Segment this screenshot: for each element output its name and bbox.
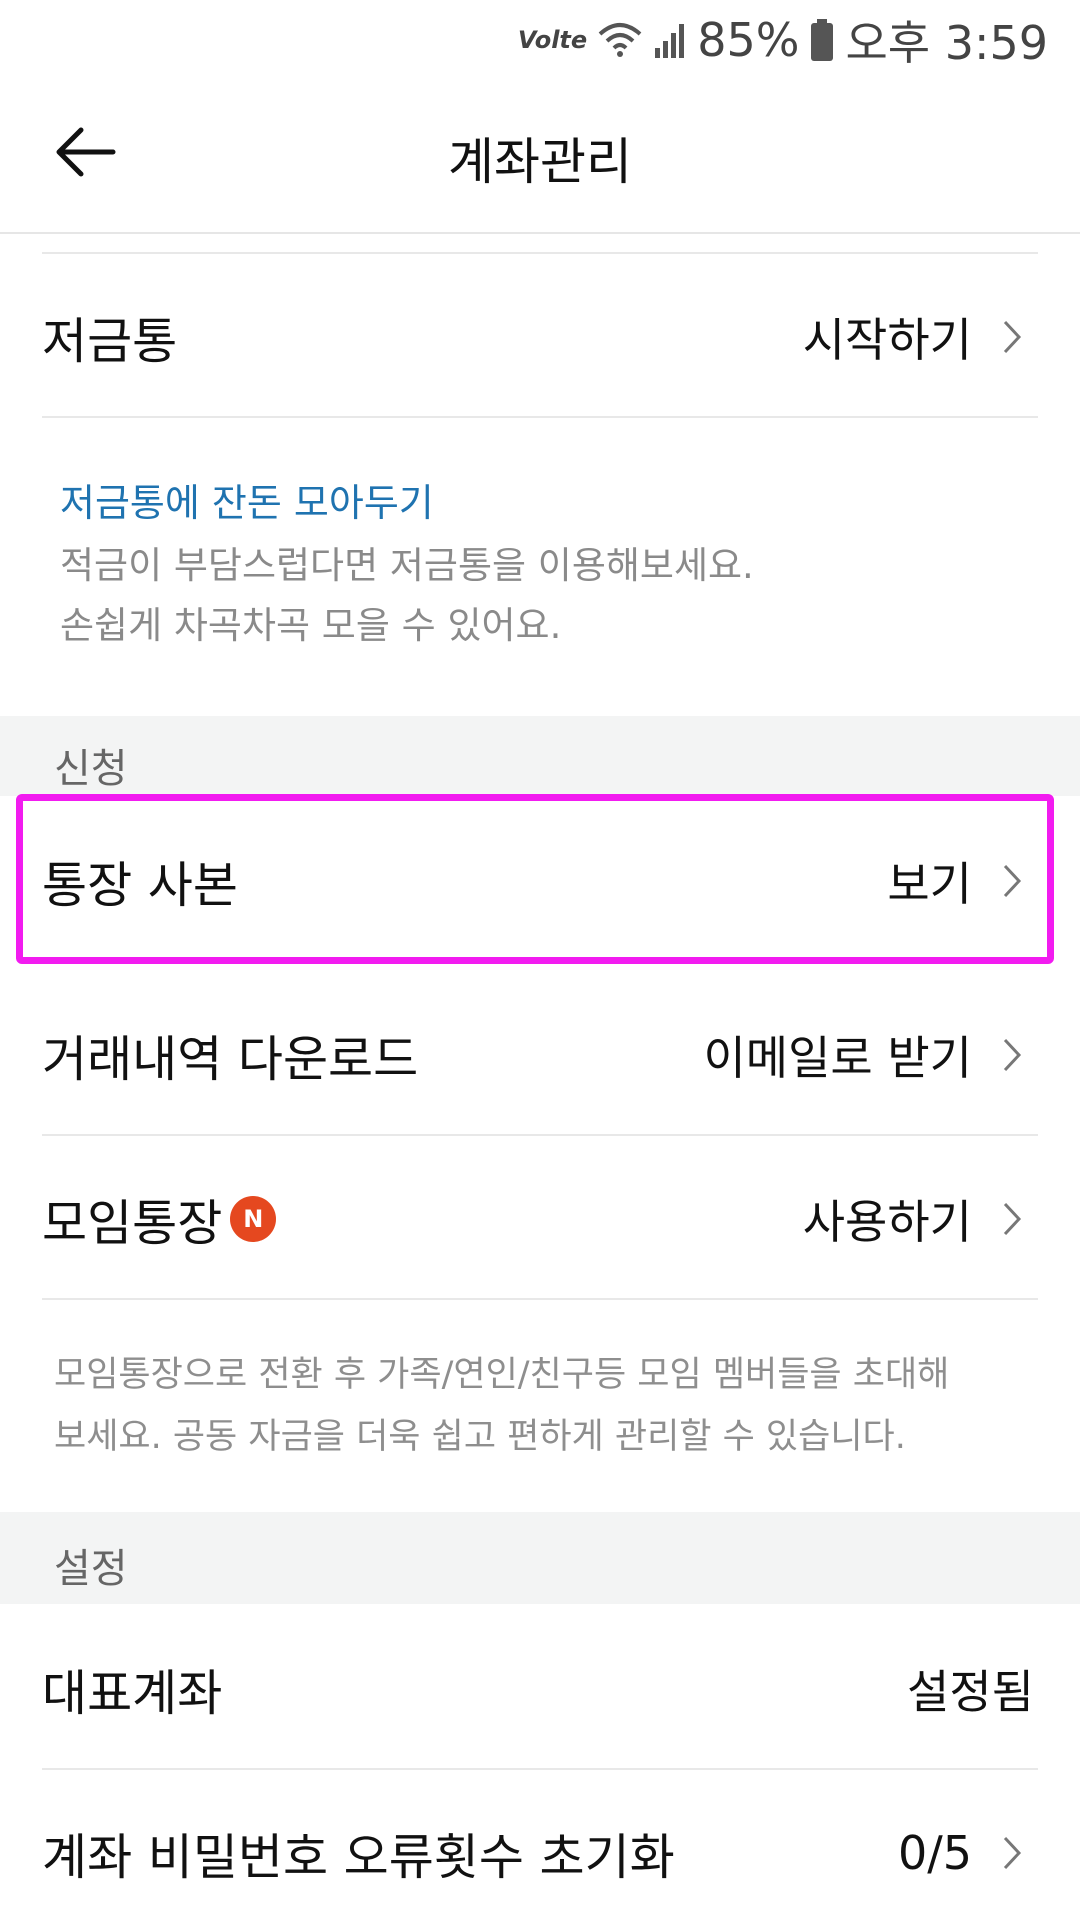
section-header-apply: [0, 716, 1080, 796]
transaction-download-row[interactable]: 거래내역 다운로드 이메일로 받기: [42, 1014, 1038, 1096]
divider: [42, 1134, 1038, 1136]
divider: [42, 252, 1038, 254]
promo-title[interactable]: 저금통에 잔돈 모아두기: [60, 472, 434, 527]
battery-percent: 85%: [697, 13, 800, 67]
chevron-right-icon: [1002, 1835, 1022, 1871]
desc-line: 모임통장으로 전환 후 가족/연인/친구등 모임 멤버들을 초대해: [54, 1355, 950, 1395]
group-account-row[interactable]: 모임통장 N 사용하기: [42, 1178, 1038, 1260]
volte-indicator: Volte: [517, 26, 588, 54]
row-label: 통장 사본: [42, 856, 238, 914]
group-account-description: 모임통장으로 전환 후 가족/연인/친구등 모임 멤버들을 초대해 보세요. 공…: [54, 1344, 949, 1468]
chevron-right-icon: [1002, 319, 1022, 355]
status-indicators: Volte 85% 오후 3:59: [518, 8, 1048, 72]
section-title-settings: 설정: [54, 1546, 128, 1592]
row-action: 시작하기: [802, 313, 972, 367]
status-bar: Volte 85% 오후 3:59: [0, 0, 1080, 76]
promo-description: 적금이 부담스럽다면 저금통을 이용해보세요. 손쉽게 차곡차곡 모을 수 있어…: [60, 536, 754, 656]
bankbook-copy-row[interactable]: 통장 사본 보기: [42, 840, 1038, 922]
battery-icon: [809, 18, 835, 62]
desc-line: 보세요. 공동 자금을 더욱 쉽고 편하게 관리할 수 있습니다.: [54, 1417, 906, 1457]
section-header-settings: [0, 1512, 1080, 1604]
app-header: 계좌관리: [0, 76, 1080, 234]
chevron-right-icon: [1002, 1037, 1022, 1073]
section-title-apply: 신청: [54, 746, 128, 792]
chevron-right-icon: [1002, 863, 1022, 899]
reset-password-errors-row[interactable]: 계좌 비밀번호 오류횟수 초기화 0/5: [42, 1812, 1038, 1894]
primary-account-row[interactable]: 대표계좌 설정됨: [42, 1648, 1038, 1730]
row-action: 사용하기: [802, 1195, 972, 1249]
divider: [42, 1298, 1038, 1300]
chevron-right-icon: [1002, 1201, 1022, 1237]
piggy-bank-row[interactable]: 저금통 시작하기: [42, 296, 1038, 378]
clock: 오후 3:59: [845, 16, 1048, 70]
signal-icon: [653, 20, 687, 60]
divider: [42, 1768, 1038, 1770]
wifi-icon: [597, 20, 643, 60]
row-label-with-badge: 모임통장 N: [42, 1184, 277, 1255]
row-label: 저금통: [42, 312, 178, 370]
row-value: 설정됨: [907, 1665, 1034, 1719]
row-label: 모임통장: [42, 1194, 223, 1252]
divider: [42, 416, 1038, 418]
new-badge: N: [230, 1196, 277, 1242]
promo-line: 적금이 부담스럽다면 저금통을 이용해보세요.: [60, 544, 754, 587]
row-label: 계좌 비밀번호 오류횟수 초기화: [42, 1828, 675, 1886]
promo-line: 손쉽게 차곡차곡 모을 수 있어요.: [60, 604, 562, 647]
row-action: 보기: [887, 857, 972, 911]
row-value: 0/5: [897, 1826, 972, 1880]
row-label: 거래내역 다운로드: [42, 1030, 419, 1088]
row-action: 이메일로 받기: [703, 1031, 972, 1085]
page-title: 계좌관리: [448, 133, 632, 191]
row-label: 대표계좌: [42, 1664, 223, 1722]
